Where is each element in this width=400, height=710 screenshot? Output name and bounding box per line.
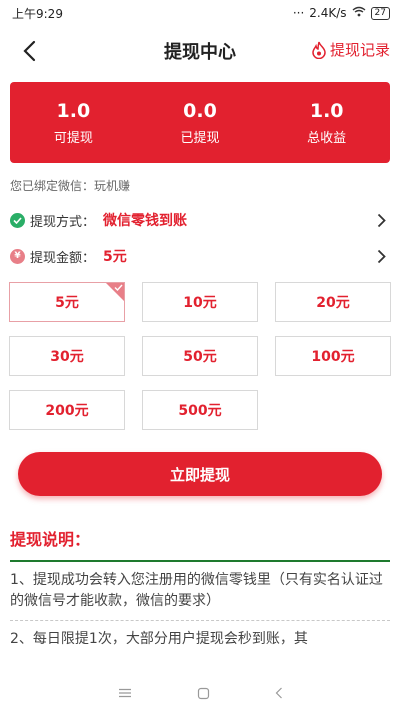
menu-icon[interactable]: [118, 688, 132, 698]
wifi-icon: [352, 6, 366, 20]
method-value: 微信零钱到账: [103, 213, 188, 229]
option-label: 200元: [45, 403, 89, 419]
explain-item: 1、提现成功会转入您注册用的微信零钱里（只有实名认证过的微信号才能收款，微信的要…: [10, 570, 390, 621]
amount-value: 5元: [103, 249, 127, 265]
status-indicators: ··· 2.4K/s 27: [293, 6, 390, 20]
option-label: 10元: [183, 295, 217, 311]
amount-option-30[interactable]: 30元: [9, 336, 125, 376]
yuan-icon: ¥: [10, 248, 25, 264]
explain-item: 2、每日限提1次，大部分用户提现会秒到账，其: [10, 631, 308, 647]
status-time: 上午9:29: [12, 6, 63, 21]
home-icon[interactable]: [197, 687, 210, 700]
wechat-icon: [10, 212, 25, 228]
option-label: 30元: [50, 349, 84, 365]
balance-summary-card: 1.0 可提现 0.0 已提现 1.0 总收益: [10, 82, 390, 163]
amount-option-500[interactable]: 500元: [142, 390, 258, 430]
amount-option-10[interactable]: 10元: [142, 282, 258, 322]
summary-withdrawn: 0.0 已提现: [137, 82, 264, 163]
chevron-right-icon: [377, 249, 386, 264]
amount-option-200[interactable]: 200元: [9, 390, 125, 430]
back-button[interactable]: [16, 38, 42, 64]
withdraw-amount-row[interactable]: ¥ 提现金额： 5元: [10, 238, 390, 274]
summary-value: 1.0: [309, 100, 344, 122]
system-nav-bar: [0, 676, 400, 710]
status-bar: 上午9:29 ··· 2.4K/s 27: [0, 0, 400, 26]
amount-option-5[interactable]: 5元: [9, 282, 125, 322]
summary-label: 已提现: [180, 131, 220, 146]
summary-label: 可提现: [53, 131, 93, 146]
amount-label: 提现金额：: [30, 250, 96, 266]
withdraw-record-link[interactable]: 提现记录: [311, 39, 390, 60]
dots-icon: ···: [292, 6, 305, 20]
record-label: 提现记录: [329, 41, 390, 59]
chevron-left-icon: [23, 40, 36, 62]
amount-option-20[interactable]: 20元: [275, 282, 391, 322]
explain-title: 提现说明：: [10, 530, 91, 549]
option-label: 20元: [316, 295, 350, 311]
option-label: 100元: [311, 349, 355, 365]
battery-icon: 27: [370, 6, 390, 20]
option-label: 500元: [178, 403, 222, 419]
amount-options-grid: 5元 10元 20元 30元 50元 100元 200元 500元: [9, 282, 400, 430]
chevron-right-icon: [377, 213, 386, 228]
summary-available: 1.0 可提现: [10, 82, 137, 163]
summary-label: 总收益: [307, 131, 347, 146]
withdraw-now-button[interactable]: 立即提现: [18, 452, 382, 496]
check-icon: [114, 284, 123, 291]
nav-bar: 提现中心 提现记录: [0, 26, 400, 76]
option-label: 50元: [183, 349, 217, 365]
method-label: 提现方式：: [30, 214, 96, 230]
summary-value: 1.0: [56, 100, 91, 122]
back-nav-icon[interactable]: [275, 687, 283, 699]
option-label: 5元: [55, 295, 79, 311]
summary-value: 0.0: [183, 100, 217, 122]
summary-total-earnings: 1.0 总收益: [263, 82, 390, 163]
flame-icon: [312, 41, 326, 59]
amount-option-100[interactable]: 100元: [275, 336, 391, 376]
withdraw-method-row[interactable]: 提现方式： 微信零钱到账: [10, 202, 390, 238]
wechat-bind-info: 您已绑定微信：玩机赚: [10, 179, 131, 193]
amount-option-50[interactable]: 50元: [142, 336, 258, 376]
explain-divider: [10, 560, 390, 562]
network-speed: 2.4K/s: [309, 6, 347, 20]
